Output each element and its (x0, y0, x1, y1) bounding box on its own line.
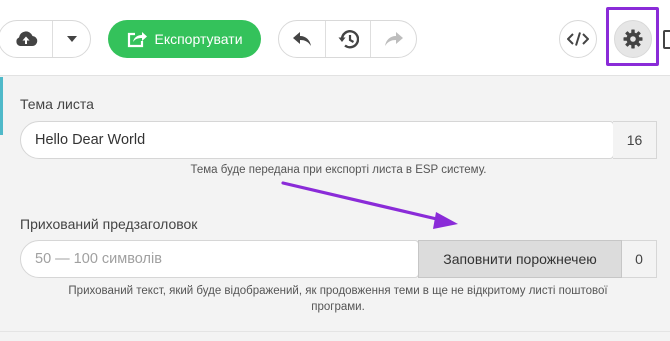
preview-device-icon[interactable] (663, 30, 670, 49)
redo-icon (384, 32, 403, 46)
undo-icon (292, 32, 311, 46)
export-icon (128, 32, 148, 48)
cloud-upload-icon (16, 31, 37, 47)
save-options-dropdown[interactable] (52, 21, 90, 57)
preheader-help-line-1: Прихований текст, який буде відображений… (68, 285, 608, 297)
export-button[interactable]: Експортувати (108, 20, 261, 58)
preheader-help-text: Прихований текст, який буде відображений… (14, 283, 662, 315)
history-icon (338, 30, 359, 49)
subject-help-text: Тема буде передана при експорті листа в … (190, 164, 487, 176)
preheader-char-counter: 0 (622, 240, 657, 278)
toolbar: Експортувати (0, 0, 670, 76)
subject-char-counter: 16 (613, 121, 657, 159)
section-divider (0, 331, 670, 332)
fill-with-empty-button[interactable]: Заповнити порожнечею (418, 240, 622, 278)
preheader-help-line-2: програми. (311, 301, 365, 313)
code-view-button[interactable] (559, 20, 597, 58)
caret-down-icon (66, 36, 77, 42)
preheader-input[interactable]: 50 — 100 символів (20, 240, 419, 278)
panel-accent-bar (0, 77, 3, 135)
history-button[interactable] (324, 21, 371, 57)
history-button-group (278, 20, 417, 58)
subject-input-value: Hello Dear World (35, 132, 146, 148)
undo-button[interactable] (279, 21, 325, 57)
code-icon (567, 32, 589, 46)
preheader-input-placeholder: 50 — 100 символів (35, 251, 162, 267)
export-button-label: Експортувати (154, 31, 243, 47)
settings-button[interactable] (614, 20, 652, 58)
subject-label: Тема листа (20, 96, 94, 112)
preheader-label: Прихований предзаголовок (20, 216, 198, 232)
redo-button[interactable] (370, 21, 416, 57)
cloud-save-button[interactable] (0, 21, 52, 57)
subject-input[interactable]: Hello Dear World (20, 121, 614, 159)
save-button-group (0, 20, 91, 58)
gear-icon (623, 29, 643, 49)
